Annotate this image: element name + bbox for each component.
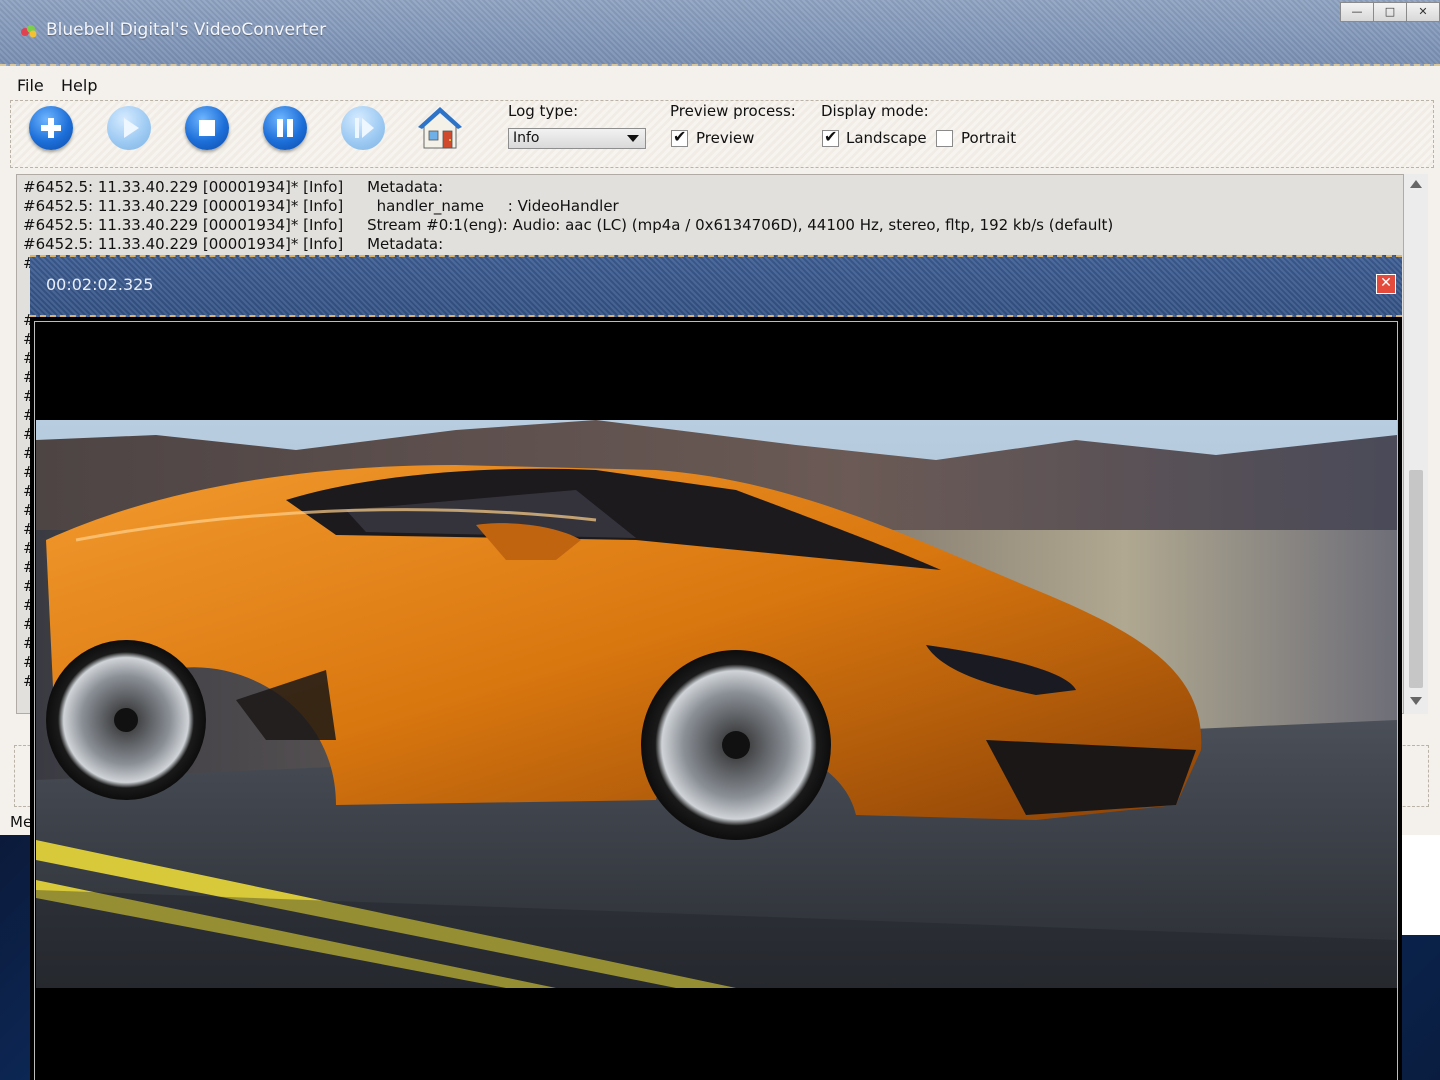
log-line: #6452.5: 11.33.40.229 [00001934]* [Info]…	[23, 197, 619, 215]
maximize-button[interactable]: □	[1373, 2, 1407, 22]
landscape-checkbox[interactable]: ✔	[822, 127, 839, 147]
play-button[interactable]	[107, 106, 151, 150]
step-forward-icon	[355, 118, 374, 138]
video-preview-image	[36, 420, 1397, 988]
close-button[interactable]: ✕	[1406, 2, 1440, 22]
menu-help[interactable]: Help	[61, 76, 97, 95]
preview-process-label: Preview process:	[670, 102, 796, 120]
log-line: #6452.5: 11.33.40.229 [00001934]* [Info]…	[23, 216, 1114, 234]
stop-icon	[199, 120, 215, 136]
playback-timestamp: 00:02:02.325	[46, 275, 154, 294]
log-line: #6452.5: 11.33.40.229 [00001934]* [Info]…	[23, 178, 444, 196]
portrait-checkbox[interactable]	[936, 130, 953, 147]
preview-title-bar[interactable]: 00:02:02.325 ✕	[30, 255, 1402, 317]
pause-button[interactable]	[263, 106, 307, 150]
preview-close-button[interactable]: ✕	[1376, 274, 1396, 294]
portrait-checkbox-label[interactable]: Portrait	[961, 129, 1016, 147]
pause-icon	[277, 119, 293, 137]
window-title: Bluebell Digital's VideoConverter	[46, 20, 327, 40]
stop-button[interactable]	[185, 106, 229, 150]
checkmark-icon: ✔	[824, 127, 838, 146]
log-type-select[interactable]: Info	[508, 128, 646, 149]
log-line: #6452.5: 11.33.40.229 [00001934]* [Info]…	[23, 235, 444, 253]
chevron-down-icon	[627, 135, 639, 142]
app-logo-icon	[21, 25, 37, 38]
home-icon[interactable]	[416, 104, 464, 152]
log-type-label: Log type:	[508, 102, 579, 120]
toolbar: Log type: Info Preview process: ✔ Previe…	[10, 100, 1434, 168]
checkmark-icon: ✔	[673, 127, 687, 146]
preview-checkbox-label[interactable]: Preview	[696, 129, 754, 147]
status-text-fragment: Me	[10, 813, 33, 831]
log-scrollbar[interactable]	[1404, 174, 1428, 714]
title-bar[interactable]: Bluebell Digital's VideoConverter — □ ✕	[0, 0, 1440, 66]
preview-checkbox[interactable]: ✔	[671, 127, 688, 147]
play-icon	[124, 118, 139, 138]
preview-window: 00:02:02.325 ✕	[30, 255, 1402, 1080]
menu-file[interactable]: File	[17, 76, 44, 95]
menu-bar: File Help	[0, 70, 1440, 98]
minimize-button[interactable]: —	[1340, 2, 1374, 22]
scroll-down-icon[interactable]	[1410, 697, 1422, 705]
lower-panel-edge	[1398, 745, 1429, 807]
landscape-checkbox-label[interactable]: Landscape	[846, 129, 927, 147]
log-type-value: Info	[513, 130, 540, 146]
add-button[interactable]	[29, 106, 73, 150]
step-forward-button[interactable]	[341, 106, 385, 150]
scrollbar-thumb[interactable]	[1409, 470, 1423, 688]
scroll-up-icon[interactable]	[1410, 180, 1422, 188]
display-mode-label: Display mode:	[821, 102, 929, 120]
video-frame	[34, 321, 1398, 1080]
desktop-window-fragment	[1398, 835, 1440, 935]
add-icon	[41, 118, 61, 138]
